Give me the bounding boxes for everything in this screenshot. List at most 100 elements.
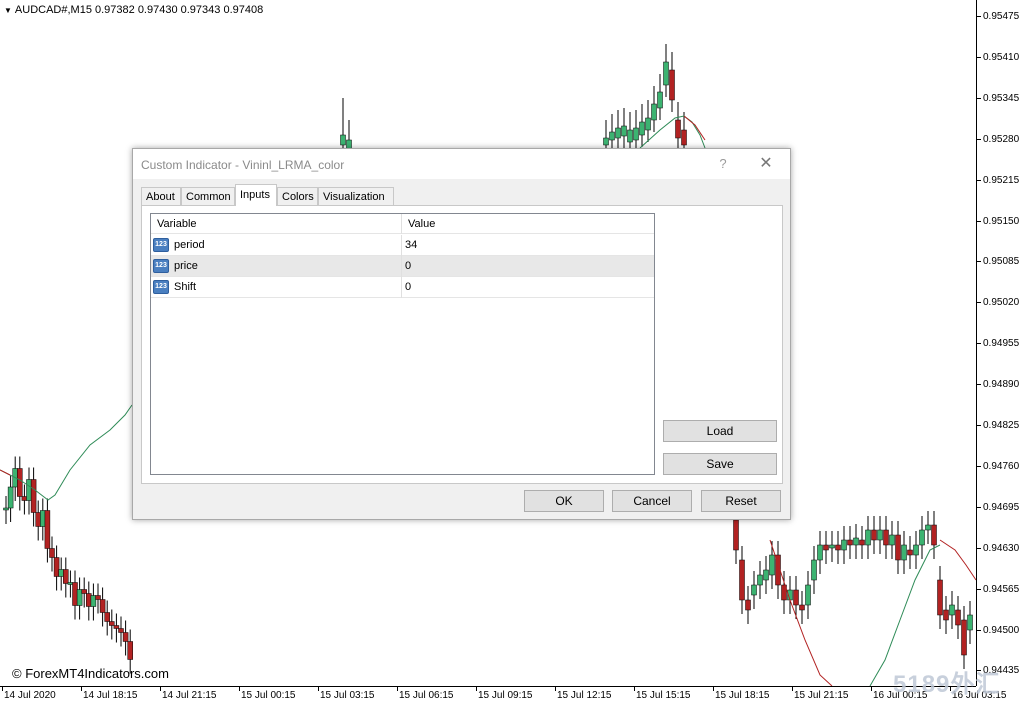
column-divider bbox=[401, 256, 402, 277]
candle bbox=[817, 531, 823, 574]
candle bbox=[757, 561, 763, 599]
lrma-line bbox=[939, 539, 976, 581]
lrma-line bbox=[683, 115, 706, 141]
candle bbox=[823, 531, 829, 564]
table-row[interactable]: 123 price 0 bbox=[151, 256, 654, 277]
tick-mark bbox=[977, 343, 981, 345]
tick-mark bbox=[977, 16, 981, 17]
candle bbox=[76, 577, 83, 620]
time-value: 14 Jul 2020 bbox=[4, 690, 56, 701]
candle bbox=[99, 587, 106, 627]
candle bbox=[799, 591, 805, 624]
candle bbox=[30, 467, 37, 527]
price-tick-label: 0.95475 bbox=[977, 11, 1024, 23]
reset-button[interactable]: Reset bbox=[701, 490, 781, 512]
candle bbox=[7, 475, 14, 522]
tick-mark bbox=[977, 629, 981, 631]
variable-value[interactable]: 0 bbox=[405, 277, 411, 298]
tick-mark bbox=[634, 687, 635, 691]
integer-type-icon: 123 bbox=[153, 280, 169, 294]
column-header-variable[interactable]: Variable bbox=[151, 214, 402, 234]
price-axis[interactable]: 0.95475 0.95410 0.95345 0.95280 0.95215 0.951… bbox=[976, 0, 1024, 686]
candle bbox=[841, 526, 847, 564]
dropdown-arrow-icon[interactable]: ▼ bbox=[4, 6, 12, 15]
candle bbox=[49, 536, 55, 572]
tick-mark bbox=[977, 220, 981, 222]
candle bbox=[657, 74, 663, 120]
table-row[interactable]: 123 Shift 0 bbox=[151, 277, 654, 298]
time-axis[interactable]: 14 Jul 2020 14 Jul 18:15 14 Jul 21:15 15 Ju… bbox=[0, 686, 1007, 706]
candle bbox=[645, 100, 651, 142]
variable-value[interactable]: 34 bbox=[405, 235, 417, 256]
time-value: 14 Jul 18:15 bbox=[83, 690, 138, 701]
price-tick-label: 0.95085 bbox=[977, 256, 1024, 268]
tab-common[interactable]: Common bbox=[181, 187, 235, 206]
tab-colors[interactable]: Colors bbox=[277, 187, 318, 206]
time-value: 15 Jul 15:15 bbox=[636, 690, 691, 701]
column-header-value[interactable]: Value bbox=[402, 214, 654, 234]
candle bbox=[639, 104, 645, 147]
price-value: 0.95215 bbox=[983, 174, 1020, 186]
price-tick-label: 0.94955 bbox=[977, 338, 1024, 350]
candle bbox=[871, 516, 877, 554]
candle bbox=[122, 620, 129, 656]
tick-mark bbox=[977, 97, 981, 99]
variable-value[interactable]: 0 bbox=[405, 256, 411, 277]
dialog-titlebar[interactable]: Custom Indicator - Vininl_LRMA_color ? ✕ bbox=[133, 149, 790, 179]
time-value: 15 Jul 03:15 bbox=[320, 690, 375, 701]
cancel-button[interactable]: Cancel bbox=[612, 490, 692, 512]
tick-mark bbox=[977, 588, 981, 590]
price-tick-label: 0.95215 bbox=[977, 175, 1024, 187]
time-value: 15 Jul 09:15 bbox=[478, 690, 533, 701]
ok-button[interactable]: OK bbox=[524, 490, 604, 512]
candle bbox=[811, 546, 817, 594]
candle bbox=[118, 616, 124, 647]
price-value: 0.95150 bbox=[983, 215, 1020, 227]
tab-about[interactable]: About bbox=[141, 187, 181, 206]
candle bbox=[95, 583, 101, 614]
close-button[interactable]: ✕ bbox=[755, 155, 777, 173]
help-button[interactable]: ? bbox=[713, 155, 733, 173]
save-button[interactable]: Save bbox=[663, 453, 777, 475]
load-button[interactable]: Load bbox=[663, 420, 777, 442]
tick-mark bbox=[397, 687, 398, 691]
price-tick-label: 0.94760 bbox=[977, 461, 1024, 473]
price-tick-label: 0.94630 bbox=[977, 543, 1024, 555]
candle bbox=[651, 86, 657, 132]
candle bbox=[72, 570, 78, 620]
candle bbox=[751, 571, 757, 609]
candle bbox=[86, 581, 92, 621]
candle bbox=[35, 500, 41, 541]
price-value: 0.94955 bbox=[983, 338, 1020, 350]
candle bbox=[663, 44, 669, 97]
time-value: 15 Jul 21:15 bbox=[794, 690, 849, 701]
table-row[interactable]: 123 period 34 bbox=[151, 235, 654, 256]
candle bbox=[943, 596, 949, 634]
dialog-title: Custom Indicator - Vininl_LRMA_color bbox=[141, 158, 345, 172]
tick-mark bbox=[977, 425, 981, 426]
candle bbox=[865, 516, 871, 559]
candle bbox=[53, 545, 60, 591]
candle bbox=[805, 571, 811, 619]
time-value: 15 Jul 00:15 bbox=[241, 690, 296, 701]
inputs-panel: Variable Value 123 period 34 123 price 0… bbox=[141, 205, 783, 484]
integer-type-icon: 123 bbox=[153, 238, 169, 252]
price-value: 0.94630 bbox=[983, 542, 1020, 554]
column-divider bbox=[401, 277, 402, 298]
tick-mark bbox=[977, 56, 981, 58]
price-value: 0.95410 bbox=[983, 51, 1020, 63]
price-tick-label: 0.94825 bbox=[977, 420, 1024, 432]
tick-mark bbox=[2, 687, 3, 691]
price-tick-label: 0.94565 bbox=[977, 584, 1024, 596]
candle bbox=[913, 531, 919, 569]
tab-inputs[interactable]: Inputs bbox=[235, 184, 277, 206]
candle bbox=[63, 557, 69, 598]
copyright-text: © ForexMT4Indicators.com bbox=[12, 666, 169, 681]
tab-visualization[interactable]: Visualization bbox=[318, 187, 394, 206]
price-tick-label: 0.95150 bbox=[977, 216, 1024, 228]
time-value: 15 Jul 06:15 bbox=[399, 690, 454, 701]
price-value: 0.94825 bbox=[983, 420, 1020, 431]
candle bbox=[745, 586, 751, 624]
symbol-info: ▼ AUDCAD#,M15 0.97382 0.97430 0.97343 0.9… bbox=[4, 4, 263, 16]
time-value: 15 Jul 18:15 bbox=[715, 690, 770, 701]
